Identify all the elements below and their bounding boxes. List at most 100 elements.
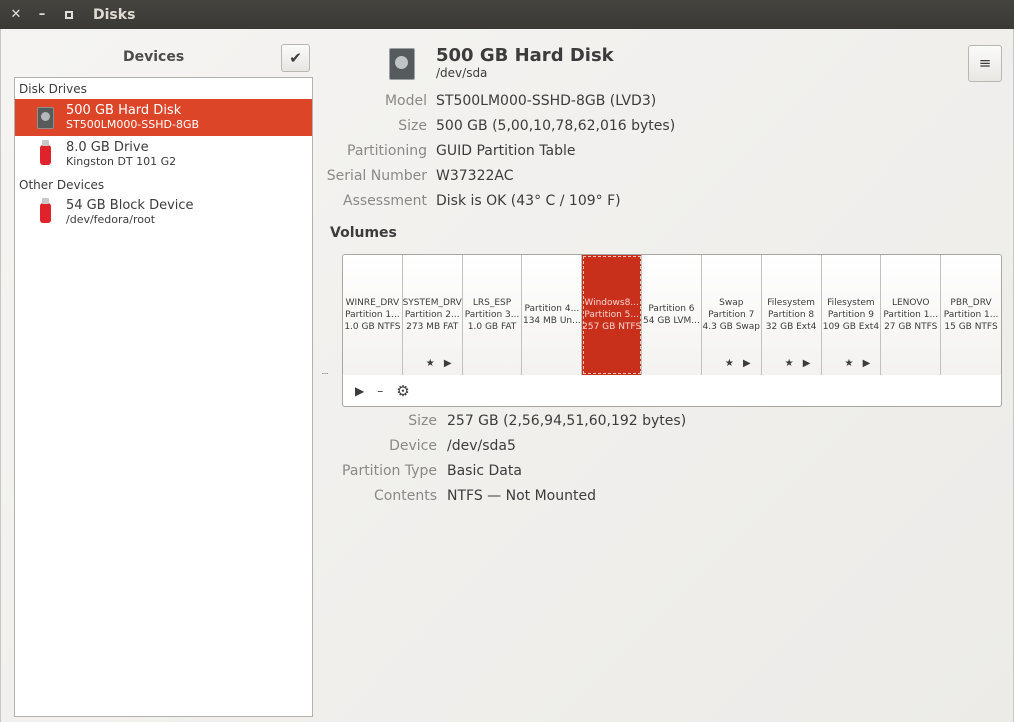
volume-prop-label: Partition Type — [342, 463, 437, 479]
volume-partition: Partition 1... — [883, 310, 939, 320]
device-item-usb-drive[interactable]: 8.0 GB Drive Kingston DT 101 G2 — [15, 136, 312, 173]
disk-prop-size-label-wrap: Size — [301, 118, 427, 136]
disk-prop-serial-label-wrap: Serial Number — [301, 168, 427, 186]
volume-toolbar: ▶ – ⚙ — [343, 375, 1001, 406]
title-bar: ✕ – Disks — [0, 0, 1014, 29]
disk-prop-size-value: 500 GB (5,00,10,78,62,016 bytes) — [436, 118, 676, 134]
device-item-subtitle: ST500LM000-SSHD-8GB — [66, 118, 200, 131]
disks-window: Devices ✔ Disk Drives 500 GB Hard Disk S… — [0, 29, 1014, 722]
volumes-title: Volumes — [330, 225, 397, 241]
volume-prop-label: Contents — [374, 488, 437, 504]
disk-prop-assessment-label-wrap: Assessment — [301, 193, 427, 211]
volume-partition: Partition 7 — [708, 310, 755, 320]
volume-strip: WINRE_DRV Partition 1... 1.0 GB NTFS SYSTE… — [343, 255, 1001, 375]
volume-prop-size-label-wrap: Size — [301, 413, 437, 431]
volume-prop-label: Size — [408, 413, 437, 429]
volume-partition: 54 GB LVM... — [643, 316, 700, 326]
disk-device-path: /dev/sda — [436, 66, 488, 80]
disk-prop-model-value: ST500LM000-SSHD-8GB (LVD3) — [436, 93, 657, 109]
volume-size: 257 GB NTFS — [582, 322, 642, 332]
volume-size: 27 GB NTFS — [884, 322, 938, 332]
usb-drive-icon — [39, 139, 51, 165]
volume-block[interactable]: WINRE_DRV Partition 1... 1.0 GB NTFS — [343, 255, 403, 375]
disk-prop-assessment-value: Disk is OK (43° C / 109° F) — [436, 193, 621, 209]
maximize-icon[interactable] — [65, 10, 73, 19]
volume-block[interactable]: Partition 4... 134 MB Un... — [522, 255, 583, 375]
volume-prop-device-value: /dev/sda5 — [447, 438, 516, 454]
disk-prop-label: Size — [398, 118, 427, 134]
volume-partition: Partition 5... — [584, 310, 639, 320]
disk-prop-serial-value: W37322AC — [436, 168, 514, 184]
volume-partition: Partition 8 — [768, 310, 815, 320]
disk-prop-label: Assessment — [343, 193, 427, 209]
disk-prop-partitioning-label-wrap: Partitioning — [301, 143, 427, 161]
volume-partition: Partition 9 — [827, 310, 874, 320]
device-item-hard-disk[interactable]: 500 GB Hard Disk ST500LM000-SSHD-8GB — [15, 99, 312, 136]
volume-name: Filesystem — [827, 298, 875, 308]
select-mode-button[interactable]: ✔ — [281, 44, 310, 72]
volume-prop-size-value: 257 GB (2,56,94,51,60,192 bytes) — [447, 413, 687, 429]
volume-block[interactable]: Filesystem Partition 8 32 GB Ext4 ★ ▶ — [761, 255, 822, 375]
volume-prop-contents-value: NTFS — Not Mounted — [447, 488, 596, 504]
window-title: Disks — [93, 6, 136, 23]
volume-name: PBR_DRV — [950, 298, 992, 308]
device-list: Disk Drives 500 GB Hard Disk ST500LM000-… — [14, 77, 313, 717]
volume-block[interactable]: SYSTEM_DRV Partition 2... 273 MB FAT ★ ▶ — [402, 255, 463, 375]
device-item-block-device[interactable]: 54 GB Block Device /dev/fedora/root — [15, 194, 312, 231]
disk-prop-label: Serial Number — [326, 168, 427, 184]
volume-block[interactable]: Swap Partition 7 4.3 GB Swap ★ ▶ — [701, 255, 762, 375]
device-item-title: 8.0 GB Drive — [66, 140, 149, 155]
disk-title: 500 GB Hard Disk — [436, 45, 614, 66]
volume-partition: Partition 1... — [345, 310, 400, 320]
star-play-icon: ★ ▶ — [724, 358, 754, 369]
volume-block[interactable]: Partition 6 54 GB LVM... — [642, 255, 702, 375]
volume-size: 32 GB Ext4 — [765, 322, 817, 332]
star-play-icon: ★ ▶ — [784, 358, 814, 369]
volume-name: Partition 6 — [648, 304, 695, 314]
disk-prop-label: Model — [384, 93, 427, 109]
disk-prop-model-label-wrap: Model — [301, 93, 427, 111]
volume-prop-type-label-wrap: Partition Type — [301, 463, 437, 481]
volume-size: 15 GB NTFS — [944, 322, 998, 332]
volume-size: 1.0 GB FAT — [467, 322, 517, 332]
volume-partition: 134 MB Un... — [522, 316, 581, 326]
disk-prop-partitioning-value: GUID Partition Table — [436, 143, 576, 159]
volume-name: LRS_ESP — [472, 298, 512, 308]
drive-menu-button[interactable]: ≡ — [968, 45, 1002, 82]
menu-icon: ≡ — [978, 54, 992, 72]
volume-size: 109 GB Ext4 — [822, 322, 880, 332]
star-play-icon: ★ ▶ — [844, 358, 874, 369]
check-icon: ✔ — [289, 49, 302, 67]
volume-name: Filesystem — [767, 298, 815, 308]
pane-splitter-handle[interactable]: ⁞ — [319, 372, 329, 374]
volume-block[interactable]: LRS_ESP Partition 3... 1.0 GB FAT — [462, 255, 523, 375]
settings-gear-button[interactable]: ⚙ — [396, 382, 409, 400]
volume-prop-device-label-wrap: Device — [301, 438, 437, 456]
device-item-subtitle: Kingston DT 101 G2 — [66, 155, 177, 168]
usb-drive-icon — [39, 197, 51, 223]
device-item-title: 54 GB Block Device — [66, 198, 194, 213]
minimize-icon[interactable]: – — [35, 7, 49, 22]
disk-prop-label: Partitioning — [347, 143, 427, 159]
volumes-graphic: WINRE_DRV Partition 1... 1.0 GB NTFS SYSTE… — [342, 254, 1002, 407]
volume-prop-type-value: Basic Data — [447, 463, 522, 479]
hard-disk-icon — [389, 48, 415, 80]
volume-name: Partition 4... — [524, 304, 580, 314]
close-icon[interactable]: ✕ — [9, 7, 23, 22]
volume-name: WINRE_DRV — [345, 298, 400, 308]
volume-block-selected[interactable]: Windows8... Partition 5... 257 GB NTFS — [582, 255, 643, 375]
volume-block[interactable]: LENOVO Partition 1... 27 GB NTFS — [881, 255, 942, 375]
volume-name: Windows8... — [584, 298, 639, 308]
volume-size: 4.3 GB Swap — [702, 322, 761, 332]
volume-prop-label: Device — [389, 438, 437, 454]
volume-size: 1.0 GB NTFS — [344, 322, 401, 332]
volume-block[interactable]: Filesystem Partition 9 109 GB Ext4 ★ ▶ — [821, 255, 882, 375]
delete-partition-button[interactable]: – — [377, 384, 383, 398]
volume-name: SYSTEM_DRV — [402, 298, 462, 308]
volume-partition: Partition 3... — [464, 310, 520, 320]
section-header-other-devices: Other Devices — [19, 178, 105, 192]
mount-play-button[interactable]: ▶ — [355, 384, 364, 398]
volume-partition: Partition 2... — [404, 310, 460, 320]
volume-block[interactable]: PBR_DRV Partition 1... 15 GB NTFS — [941, 255, 1001, 375]
volume-name: Swap — [719, 298, 744, 308]
